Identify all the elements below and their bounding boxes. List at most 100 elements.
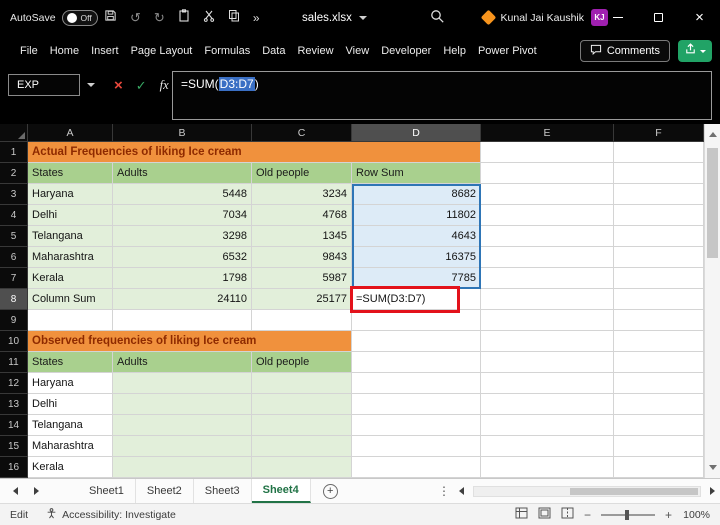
cell-D14[interactable]	[352, 415, 481, 436]
tab-insert[interactable]: Insert	[85, 35, 125, 67]
cell-E1[interactable]	[481, 142, 614, 163]
row-header-12[interactable]: 12	[0, 373, 28, 394]
row-header-6[interactable]: 6	[0, 247, 28, 268]
cell-E9[interactable]	[481, 310, 614, 331]
cell-D8[interactable]: =SUM(D3:D7)	[352, 289, 481, 310]
cell-B2[interactable]: Adults	[113, 163, 252, 184]
cell-D12[interactable]	[352, 373, 481, 394]
cell-B16[interactable]	[113, 457, 252, 478]
cell-B5[interactable]: 3298	[113, 226, 252, 247]
cell-C13[interactable]	[252, 394, 352, 415]
row-header-14[interactable]: 14	[0, 415, 28, 436]
confirm-entry-icon[interactable]: ✓	[136, 79, 147, 92]
cell-D4[interactable]: 11802	[352, 205, 481, 226]
row-header-15[interactable]: 15	[0, 436, 28, 457]
cell-A5[interactable]: Telangana	[28, 226, 113, 247]
cell-E10[interactable]	[481, 331, 614, 352]
cancel-entry-icon[interactable]: ×	[114, 78, 123, 93]
tab-page-layout[interactable]: Page Layout	[125, 35, 199, 67]
cell-A7[interactable]: Kerala	[28, 268, 113, 289]
cell-F12[interactable]	[614, 373, 704, 394]
next-sheet-icon[interactable]	[34, 487, 39, 495]
cell-D6[interactable]: 16375	[352, 247, 481, 268]
redo-icon[interactable]: ↻	[154, 10, 165, 26]
column-header-E[interactable]: E	[481, 124, 614, 141]
row-header-10[interactable]: 10	[0, 331, 28, 352]
cell-A4[interactable]: Delhi	[28, 205, 113, 226]
add-sheet-button[interactable]: +	[323, 484, 338, 499]
cell-F7[interactable]	[614, 268, 704, 289]
cell-E11[interactable]	[481, 352, 614, 373]
row-header-2[interactable]: 2	[0, 163, 28, 184]
cell-B9[interactable]	[113, 310, 252, 331]
cell-A14[interactable]: Telangana	[28, 415, 113, 436]
tab-power-pivot[interactable]: Power Pivot	[472, 35, 543, 67]
cell-C14[interactable]	[252, 415, 352, 436]
row-header-16[interactable]: 16	[0, 457, 28, 478]
cell-A1[interactable]: Actual Frequencies of liking Ice cream	[28, 142, 481, 163]
cell-E7[interactable]	[481, 268, 614, 289]
previous-sheet-icon[interactable]	[13, 487, 18, 495]
cell-F10[interactable]	[614, 331, 704, 352]
cell-E14[interactable]	[481, 415, 614, 436]
column-header-D[interactable]: D	[352, 124, 481, 141]
cell-F15[interactable]	[614, 436, 704, 457]
page-layout-view-icon[interactable]	[538, 507, 551, 522]
zoom-level[interactable]: 100%	[682, 509, 710, 521]
formula-input[interactable]: =SUM(D3:D7)	[172, 71, 712, 120]
zoom-out-icon[interactable]: −	[584, 508, 591, 522]
cell-A12[interactable]: Haryana	[28, 373, 113, 394]
cell-D16[interactable]	[352, 457, 481, 478]
cell-B13[interactable]	[113, 394, 252, 415]
cell-B3[interactable]: 5448	[113, 184, 252, 205]
cell-E8[interactable]	[481, 289, 614, 310]
cell-A8[interactable]: Column Sum	[28, 289, 113, 310]
cell-C3[interactable]: 3234	[252, 184, 352, 205]
cell-C4[interactable]: 4768	[252, 205, 352, 226]
column-header-F[interactable]: F	[614, 124, 704, 141]
tab-help[interactable]: Help	[437, 35, 472, 67]
zoom-slider[interactable]	[601, 514, 655, 516]
row-header-5[interactable]: 5	[0, 226, 28, 247]
normal-view-icon[interactable]	[515, 507, 528, 522]
undo-icon[interactable]: ↺	[130, 10, 141, 26]
page-break-view-icon[interactable]	[561, 507, 574, 522]
select-all-corner[interactable]	[0, 124, 28, 141]
insert-function-icon[interactable]: fx	[160, 78, 169, 93]
cell-A6[interactable]: Maharashtra	[28, 247, 113, 268]
cell-B6[interactable]: 6532	[113, 247, 252, 268]
accessibility-status[interactable]: Accessibility: Investigate	[46, 508, 176, 522]
sheet-tab-sheet2[interactable]: Sheet2	[136, 479, 194, 503]
cell-A16[interactable]: Kerala	[28, 457, 113, 478]
name-box[interactable]: EXP	[8, 74, 80, 96]
copy-icon[interactable]	[228, 9, 240, 27]
share-button[interactable]	[678, 40, 712, 62]
row-header-8[interactable]: 8	[0, 289, 28, 310]
cell-C11[interactable]: Old people	[252, 352, 352, 373]
cell-C16[interactable]	[252, 457, 352, 478]
row-header-11[interactable]: 11	[0, 352, 28, 373]
column-header-C[interactable]: C	[252, 124, 352, 141]
cell-B8[interactable]: 24110	[113, 289, 252, 310]
toolbar-overflow-icon[interactable]: »	[253, 11, 260, 25]
horizontal-scroll-thumb[interactable]	[570, 488, 698, 495]
cell-F2[interactable]	[614, 163, 704, 184]
column-header-A[interactable]: A	[28, 124, 113, 141]
sheet-tab-sheet4[interactable]: Sheet4	[252, 479, 311, 503]
cell-F16[interactable]	[614, 457, 704, 478]
row-header-7[interactable]: 7	[0, 268, 28, 289]
zoom-slider-knob[interactable]	[625, 510, 629, 520]
cell-D9[interactable]	[352, 310, 481, 331]
cell-A11[interactable]: States	[28, 352, 113, 373]
cell-B15[interactable]	[113, 436, 252, 457]
cell-B12[interactable]	[113, 373, 252, 394]
tab-data[interactable]: Data	[256, 35, 291, 67]
sheet-tab-sheet3[interactable]: Sheet3	[194, 479, 252, 503]
zoom-in-icon[interactable]: +	[665, 508, 672, 522]
column-header-B[interactable]: B	[113, 124, 252, 141]
cell-C7[interactable]: 5987	[252, 268, 352, 289]
cell-D11[interactable]	[352, 352, 481, 373]
tab-file[interactable]: File	[14, 35, 44, 67]
cell-C5[interactable]: 1345	[252, 226, 352, 247]
cell-C8[interactable]: 25177	[252, 289, 352, 310]
